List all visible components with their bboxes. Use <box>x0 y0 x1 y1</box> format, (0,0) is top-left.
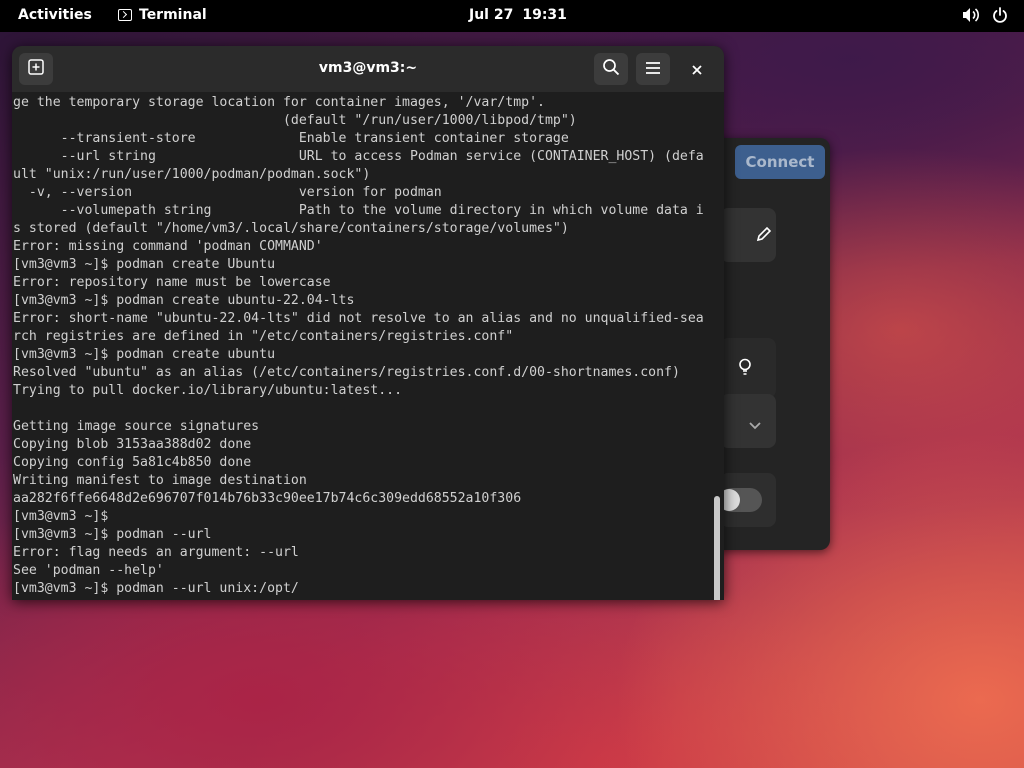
terminal-line: Copying blob 3153aa388d02 done <box>13 437 252 452</box>
close-icon <box>692 60 702 79</box>
terminal-window: vm3@vm3:~ ge the temporary storage locat… <box>12 46 724 600</box>
terminal-line: See 'podman --help' <box>13 563 164 578</box>
terminal-line: --url string URL to access Podman servic… <box>13 149 704 164</box>
clock[interactable]: Jul 27 19:31 <box>469 7 567 23</box>
edit-button[interactable] <box>720 208 776 262</box>
terminal-line: --transient-store Enable transient conta… <box>13 131 569 146</box>
terminal-line: [vm3@vm3 ~]$ podman create ubuntu <box>13 347 276 362</box>
activities-button[interactable]: Activities <box>18 7 92 23</box>
toggle-row <box>718 473 776 527</box>
terminal-line: [vm3@vm3 ~]$ podman --url <box>13 527 212 542</box>
terminal-line: aa282f6ffe6648d2e696707f014b76b33c90ee17… <box>13 491 522 506</box>
system-tray[interactable] <box>962 7 1008 27</box>
app-name: Terminal <box>139 7 207 23</box>
app-menu[interactable]: Terminal <box>118 7 207 23</box>
clock-time: 19:31 <box>522 7 567 23</box>
terminal-line: rch registries are defined in "/etc/cont… <box>13 329 514 344</box>
terminal-line: Trying to pull docker.io/library/ubuntu:… <box>13 383 403 398</box>
terminal-line: s stored (default "/home/vm3/.local/shar… <box>13 221 569 236</box>
lightbulb-icon <box>738 358 752 380</box>
toggle-switch[interactable] <box>718 488 762 512</box>
top-bar: Activities Terminal Jul 27 19:31 <box>0 0 1024 32</box>
power-icon <box>992 7 1008 27</box>
terminal-line: Writing manifest to image destination <box>13 473 307 488</box>
terminal-line: Resolved "ubuntu" as an alias (/etc/cont… <box>13 365 680 380</box>
terminal-line: Error: missing command 'podman COMMAND' <box>13 239 323 254</box>
terminal-line: ult "unix:/run/user/1000/podman/podman.s… <box>13 167 371 182</box>
terminal-line: Error: short-name "ubuntu-22.04-lts" did… <box>13 311 704 326</box>
terminal-line: Getting image source signatures <box>13 419 260 434</box>
chevron-down-icon <box>748 416 762 435</box>
pencil-icon <box>756 226 772 246</box>
terminal-line: --volumepath string Path to the volume d… <box>13 203 704 218</box>
clock-date: Jul 27 <box>469 7 514 23</box>
terminal-line: Error: flag needs an argument: --url <box>13 545 299 560</box>
terminal-line: (default "/run/user/1000/libpod/tmp") <box>13 113 577 128</box>
scrollbar[interactable] <box>712 94 722 600</box>
volume-icon <box>962 7 980 27</box>
terminal-icon <box>118 9 132 21</box>
title-bar[interactable]: vm3@vm3:~ <box>12 46 724 92</box>
menu-button[interactable] <box>636 53 670 85</box>
terminal-line: [vm3@vm3 ~]$ podman --url unix:/opt/ <box>13 581 299 596</box>
menu-icon <box>645 60 661 79</box>
terminal-line: ge the temporary storage location for co… <box>13 95 545 110</box>
search-icon <box>602 58 620 80</box>
dropdown[interactable] <box>720 394 776 448</box>
hint-row <box>720 338 776 398</box>
close-button[interactable] <box>686 58 708 80</box>
terminal-line: -v, --version version for podman <box>13 185 442 200</box>
terminal-line: [vm3@vm3 ~]$ podman create ubuntu-22.04-… <box>13 293 355 308</box>
scrollbar-thumb[interactable] <box>714 496 720 600</box>
search-button[interactable] <box>594 53 628 85</box>
terminal-output[interactable]: ge the temporary storage location for co… <box>13 94 709 598</box>
connect-button[interactable]: Connect <box>735 145 825 179</box>
terminal-line: [vm3@vm3 ~]$ podman create Ubuntu <box>13 257 276 272</box>
terminal-line: [vm3@vm3 ~]$ <box>13 509 109 524</box>
terminal-line: Error: repository name must be lowercase <box>13 275 331 290</box>
terminal-line: Copying config 5a81c4b850 done <box>13 455 252 470</box>
